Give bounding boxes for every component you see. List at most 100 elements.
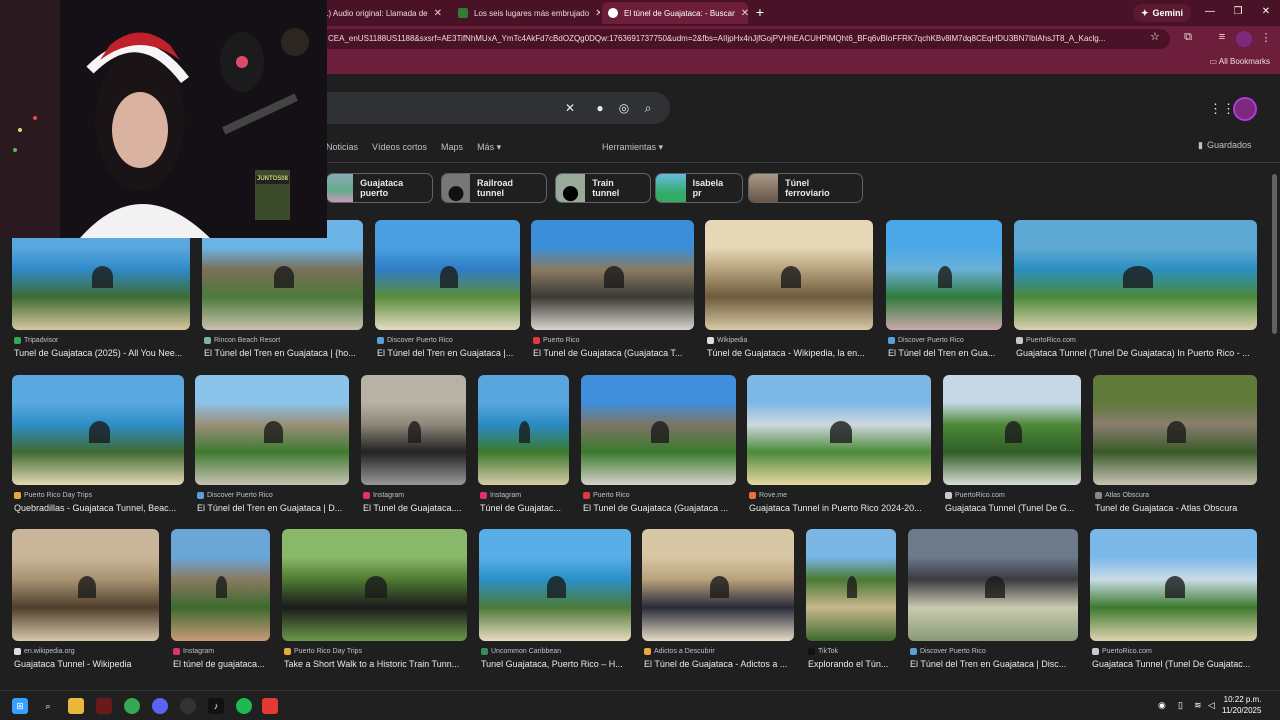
result-title[interactable]: El Tunel de Guajataca (Guajataca T... bbox=[533, 348, 694, 358]
image-result-card[interactable]: Puerto Rico Day Trips Quebradillas - Guaj… bbox=[12, 375, 184, 519]
tools-button[interactable]: Herramientas ▾ bbox=[602, 142, 663, 153]
discord-icon[interactable] bbox=[152, 698, 168, 714]
close-icon[interactable]: ✕ bbox=[595, 8, 600, 19]
image-result-card[interactable]: en.wikipedia.org Guajataca Tunnel - Wikip… bbox=[12, 529, 159, 675]
install-icon[interactable]: ⧉ bbox=[1180, 31, 1196, 47]
microphone-icon[interactable]: ● bbox=[592, 100, 608, 116]
result-thumbnail[interactable] bbox=[171, 529, 270, 641]
result-thumbnail[interactable] bbox=[1014, 220, 1257, 330]
new-tab-button[interactable]: + bbox=[752, 4, 768, 20]
extensions-icon[interactable]: ≡ bbox=[1214, 31, 1230, 47]
result-thumbnail[interactable] bbox=[943, 375, 1081, 485]
wifi-icon[interactable]: ≋ bbox=[1194, 700, 1202, 711]
image-result-card[interactable]: Instagram Túnel de Guajatac... bbox=[478, 375, 569, 519]
image-result-card[interactable]: Puerto Rico El Tunel de Guajataca (Guajat… bbox=[581, 375, 736, 519]
network-icon[interactable]: ◉ bbox=[1158, 700, 1166, 711]
clock[interactable]: 10:22 p.m. 11/20/2025 bbox=[1222, 694, 1261, 716]
record-icon[interactable] bbox=[262, 698, 278, 714]
result-title[interactable]: Guajataca Tunnel (Tunel De Guajatac... bbox=[1092, 659, 1257, 669]
scrollbar[interactable] bbox=[1272, 174, 1277, 334]
account-avatar[interactable] bbox=[1233, 97, 1257, 121]
chip-train-tunnel[interactable]: Train tunnel bbox=[555, 173, 651, 203]
close-window-button[interactable]: ✕ bbox=[1256, 4, 1276, 20]
chip-isabela-pr[interactable]: Isabela pr bbox=[655, 173, 743, 203]
battery-icon[interactable]: ▯ bbox=[1178, 700, 1183, 711]
tab-maps[interactable]: Maps bbox=[441, 142, 463, 153]
tab-lugares[interactable]: Los seis lugares más embrujado ✕ bbox=[452, 2, 600, 24]
result-thumbnail[interactable] bbox=[479, 529, 631, 641]
search-icon[interactable]: ⌕ bbox=[40, 698, 56, 714]
result-title[interactable]: Guajataca Tunnel (Tunel De Guajataca) In… bbox=[1016, 348, 1257, 358]
result-thumbnail[interactable] bbox=[642, 529, 794, 641]
image-result-card[interactable]: Puerto Rico El Tunel de Guajataca (Guajat… bbox=[531, 220, 694, 364]
image-result-card[interactable]: Discover Puerto Rico El Túnel del Tren en… bbox=[375, 220, 520, 364]
clear-icon[interactable]: ✕ bbox=[562, 100, 578, 116]
menu-icon[interactable]: ⋮ bbox=[1258, 31, 1274, 47]
search-input[interactable]: ✕ ● ◎ ⌕ bbox=[300, 92, 670, 124]
chrome-icon[interactable] bbox=[124, 698, 140, 714]
image-result-card[interactable]: TikTok Explorando el Tún... bbox=[806, 529, 896, 675]
tab-audio[interactable]: 1) Audio original: Llamada de ✕ bbox=[318, 2, 448, 24]
image-result-card[interactable]: Instagram El Tunel de Guajataca.... bbox=[361, 375, 466, 519]
image-result-card[interactable]: Wikipedia Túnel de Guajataca - Wikipedia,… bbox=[705, 220, 873, 364]
image-result-card[interactable]: Discover Puerto Rico El Túnel del Tren en… bbox=[908, 529, 1078, 675]
result-title[interactable]: El Túnel del Tren en Guajataca |... bbox=[377, 348, 520, 358]
result-thumbnail[interactable] bbox=[12, 529, 159, 641]
result-title[interactable]: Tunel de Guajataca - Atlas Obscura bbox=[1095, 503, 1257, 513]
result-title[interactable]: El Tunel de Guajataca.... bbox=[363, 503, 466, 513]
result-title[interactable]: El Túnel del Tren en Gua... bbox=[888, 348, 1002, 358]
image-result-card[interactable]: Discover Puerto Rico El Túnel del Tren en… bbox=[886, 220, 1002, 364]
address-bar[interactable]: CEA_enUS1188US1188&sxsrf=AE3TifNhMUxA_Ym… bbox=[318, 29, 1170, 49]
saved-button[interactable]: ▮ Guardados bbox=[1198, 140, 1251, 151]
lens-icon[interactable]: ◎ bbox=[616, 100, 632, 116]
chip-guajataca-puerto[interactable]: Guajataca puerto bbox=[326, 173, 433, 203]
result-thumbnail[interactable] bbox=[908, 529, 1078, 641]
image-result-card[interactable]: Adictos a Descubrir El Túnel de Guajataca… bbox=[642, 529, 794, 675]
chip-tunel-ferroviario[interactable]: Túnel ferroviario bbox=[748, 173, 863, 203]
profile-avatar[interactable] bbox=[1236, 31, 1252, 47]
result-thumbnail[interactable] bbox=[282, 529, 467, 641]
tab-guajataca[interactable]: El túnel de Guajataca: - Buscar ✕ bbox=[602, 2, 748, 24]
image-result-card[interactable]: Rincon Beach Resort El Túnel del Tren en … bbox=[202, 220, 363, 364]
app-icon[interactable] bbox=[96, 698, 112, 714]
result-thumbnail[interactable] bbox=[886, 220, 1002, 330]
chip-railroad-tunnel[interactable]: Railroad tunnel bbox=[441, 173, 547, 203]
result-thumbnail[interactable] bbox=[478, 375, 569, 485]
tab-more[interactable]: Más ▾ bbox=[477, 142, 501, 153]
volume-icon[interactable]: ◁ bbox=[1208, 700, 1215, 711]
result-title[interactable]: Take a Short Walk to a Historic Train Tu… bbox=[284, 659, 467, 669]
result-thumbnail[interactable] bbox=[361, 375, 466, 485]
result-title[interactable]: Quebradillas - Guajataca Tunnel, Beac... bbox=[14, 503, 184, 513]
result-title[interactable]: Túnel de Guajatac... bbox=[480, 503, 569, 513]
result-thumbnail[interactable] bbox=[375, 220, 520, 330]
result-title[interactable]: Guajataca Tunnel - Wikipedia bbox=[14, 659, 159, 669]
result-thumbnail[interactable] bbox=[581, 375, 736, 485]
result-thumbnail[interactable] bbox=[12, 375, 184, 485]
maximize-button[interactable]: ❐ bbox=[1228, 4, 1248, 20]
result-thumbnail[interactable] bbox=[195, 375, 349, 485]
result-thumbnail[interactable] bbox=[531, 220, 694, 330]
result-title[interactable]: El Túnel del Tren en Guajataca | D... bbox=[197, 503, 349, 513]
tab-news[interactable]: Noticias bbox=[326, 142, 358, 153]
result-thumbnail[interactable] bbox=[705, 220, 873, 330]
obs-icon[interactable] bbox=[180, 698, 196, 714]
windows-start-icon[interactable]: ⊞ bbox=[12, 698, 28, 714]
tiktok-icon[interactable]: ♪ bbox=[208, 698, 224, 714]
image-result-card[interactable]: Discover Puerto Rico El Túnel del Tren en… bbox=[195, 375, 349, 519]
result-title[interactable]: Túnel de Guajataca - Wikipedia, la en... bbox=[707, 348, 873, 358]
result-title[interactable]: El Tunel de Guajataca (Guajataca ... bbox=[583, 503, 736, 513]
gemini-button[interactable]: ✦ Gemini bbox=[1133, 4, 1192, 22]
image-result-card[interactable]: Puerto Rico Day Trips Take a Short Walk t… bbox=[282, 529, 467, 675]
result-title[interactable]: Guajataca Tunnel (Tunel De G... bbox=[945, 503, 1081, 513]
image-result-card[interactable]: PuertoRico.com Guajataca Tunnel (Tunel De… bbox=[1090, 529, 1257, 675]
result-thumbnail[interactable] bbox=[747, 375, 931, 485]
spotify-icon[interactable] bbox=[236, 698, 252, 714]
result-title[interactable]: Tunel Guajataca, Puerto Rico – H... bbox=[481, 659, 631, 669]
result-thumbnail[interactable] bbox=[1093, 375, 1257, 485]
image-result-card[interactable]: Atlas Obscura Tunel de Guajataca - Atlas … bbox=[1093, 375, 1257, 519]
image-result-card[interactable]: PuertoRico.com Guajataca Tunnel (Tunel De… bbox=[943, 375, 1081, 519]
image-result-card[interactable]: Uncommon Caribbean Tunel Guajataca, Puert… bbox=[479, 529, 631, 675]
image-result-card[interactable]: Rove.me Guajataca Tunnel in Puerto Rico 2… bbox=[747, 375, 931, 519]
result-title[interactable]: El túnel de guajataca... bbox=[173, 659, 270, 669]
result-title[interactable]: Tunel de Guajataca (2025) - All You Nee.… bbox=[14, 348, 190, 358]
